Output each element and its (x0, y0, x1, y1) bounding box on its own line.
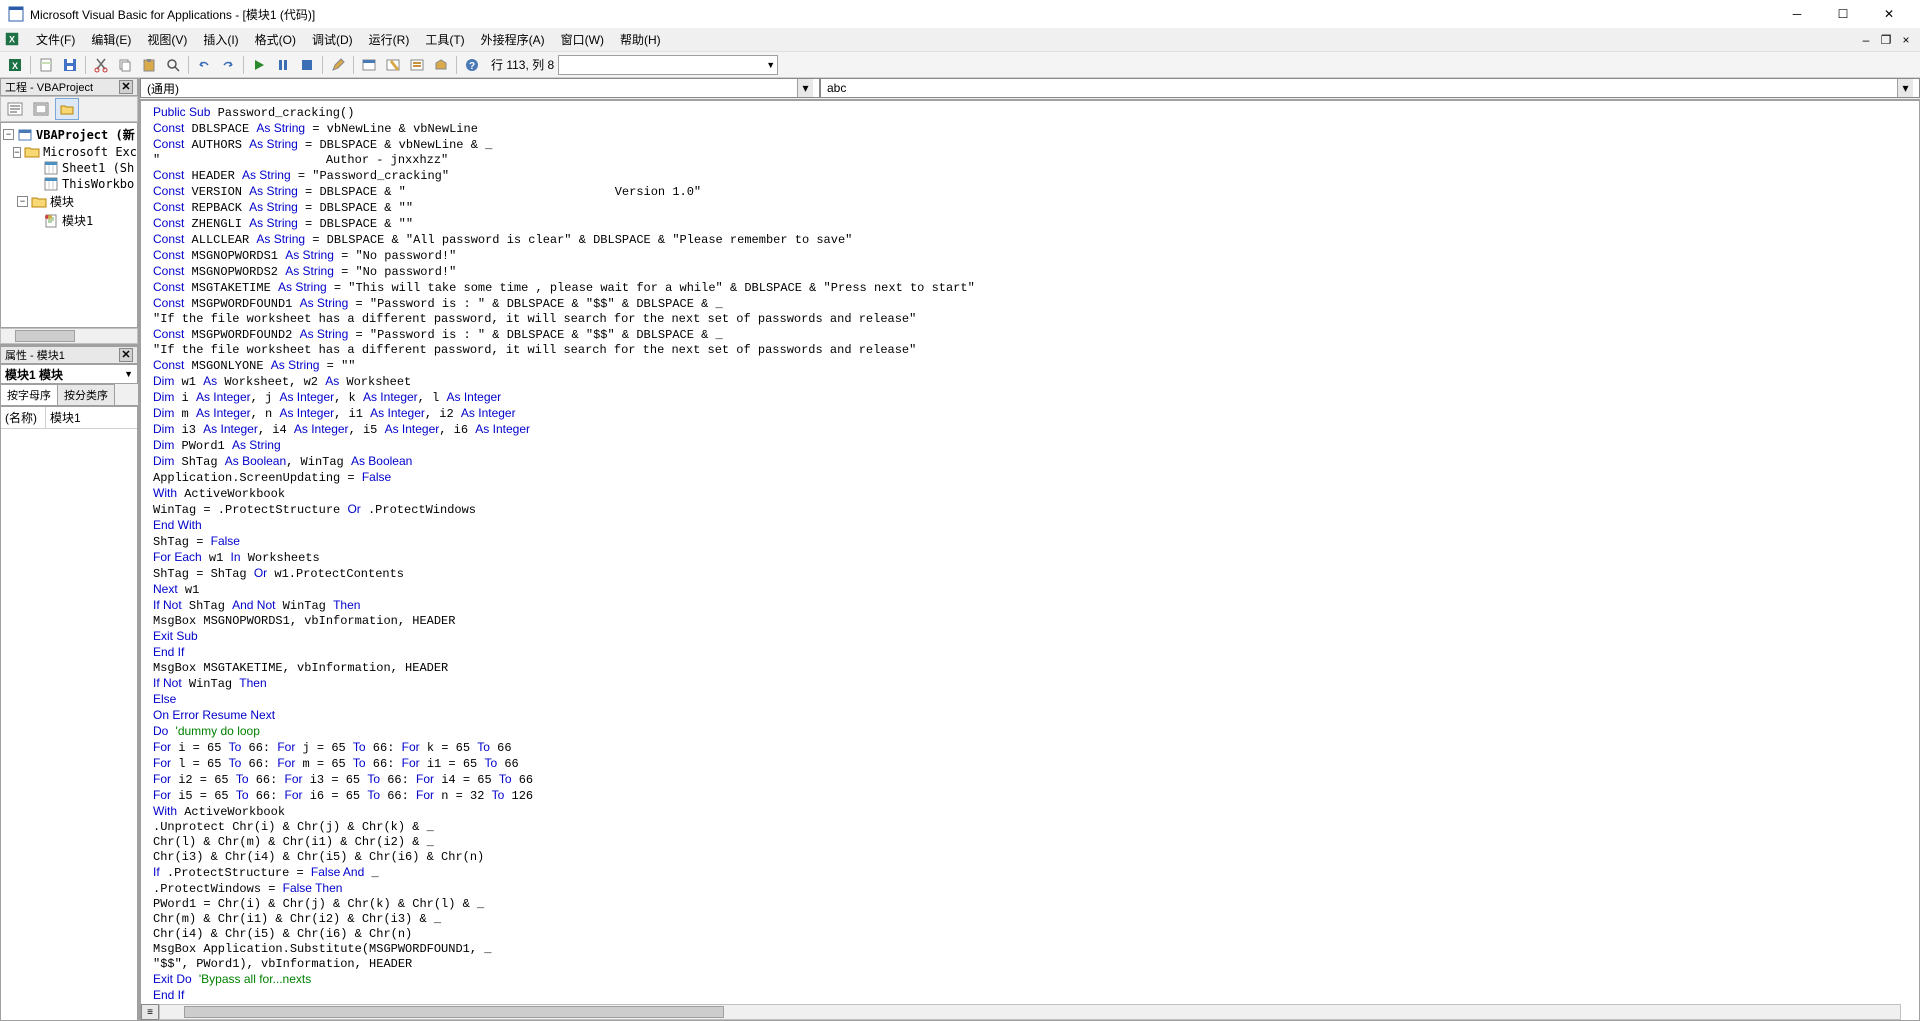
excel-icon[interactable]: X (4, 31, 22, 49)
find-button[interactable] (162, 54, 184, 76)
project-explorer-header: 工程 - VBAProject ✕ (0, 78, 138, 96)
properties-window-button[interactable] (382, 54, 404, 76)
tree-thisworkbook[interactable]: ThisWorkbo (1, 176, 137, 192)
view-object-button[interactable] (29, 98, 53, 120)
menu-view[interactable]: 视图(V) (139, 29, 195, 50)
properties-header: 属性 - 模块1 ✕ (0, 346, 138, 364)
project-explorer-close-button[interactable]: ✕ (119, 80, 133, 94)
tree-module1[interactable]: 模块1 (1, 211, 137, 230)
menu-edit[interactable]: 编辑(E) (83, 29, 139, 50)
svg-text:X: X (12, 61, 18, 71)
reset-button[interactable] (296, 54, 318, 76)
project-explorer-panel: 工程 - VBAProject ✕ − VBAProject (新 − (0, 78, 138, 346)
cut-button[interactable] (90, 54, 112, 76)
svg-text:X: X (9, 34, 15, 44)
object-browser-button[interactable] (406, 54, 428, 76)
project-view-toolbar (0, 96, 138, 122)
project-tree[interactable]: − VBAProject (新 − Microsoft Exc Sheet1 (… (0, 122, 138, 328)
tree-folder-excel-label: Microsoft Exc (43, 145, 137, 159)
collapse-icon[interactable]: − (13, 147, 22, 158)
tree-folder-excel[interactable]: − Microsoft Exc (1, 144, 137, 160)
cursor-position-label: 行 113, 列 8 (491, 56, 554, 73)
close-button[interactable]: ✕ (1866, 0, 1912, 28)
properties-object-selector[interactable]: 模块1 模块 ▼ (0, 364, 138, 384)
properties-close-button[interactable]: ✕ (119, 348, 133, 362)
tab-categorized[interactable]: 按分类序 (57, 384, 115, 405)
tree-folder-modules[interactable]: − 模块 (1, 192, 137, 211)
break-button[interactable] (272, 54, 294, 76)
tree-root-label: VBAProject (新 (36, 126, 135, 143)
menu-file[interactable]: 文件(F) (28, 29, 83, 50)
property-name-label: (名称) (1, 407, 46, 429)
properties-title: 属性 - 模块1 (5, 347, 65, 363)
tree-module1-label: 模块1 (62, 212, 93, 229)
mdi-close-button[interactable]: × (1896, 30, 1916, 50)
save-button[interactable] (59, 54, 81, 76)
svg-text:?: ? (469, 61, 475, 72)
code-area: (通用) ▾ abc ▾ Public Sub Password_crackin… (140, 78, 1920, 1021)
code-editor[interactable]: Public Sub Password_cracking() Const DBL… (140, 100, 1920, 1021)
chevron-down-icon[interactable]: ▾ (1897, 79, 1913, 97)
tree-sheet1[interactable]: Sheet1 (Sh (1, 160, 137, 176)
properties-tabs: 按字母序 按分类序 (0, 384, 138, 406)
collapse-icon[interactable]: − (17, 196, 28, 207)
menu-tools[interactable]: 工具(T) (417, 29, 472, 50)
project-explorer-button[interactable] (358, 54, 380, 76)
menu-debug[interactable]: 调试(D) (304, 29, 361, 50)
folder-icon (31, 195, 47, 209)
toggle-folders-button[interactable] (55, 98, 79, 120)
mdi-restore-button[interactable]: ❐ (1876, 30, 1896, 50)
properties-grid[interactable]: (名称) 模块1 (0, 406, 138, 1021)
project-explorer-title: 工程 - VBAProject (5, 79, 93, 95)
undo-button[interactable] (193, 54, 215, 76)
procedure-dropdown[interactable]: abc ▾ (820, 78, 1920, 98)
workbook-icon (43, 177, 59, 191)
help-button[interactable]: ? (461, 54, 483, 76)
minimize-button[interactable]: ─ (1774, 0, 1820, 28)
position-dropdown[interactable]: ▼ (558, 55, 778, 75)
run-button[interactable] (248, 54, 270, 76)
object-dropdown[interactable]: (通用) ▾ (140, 78, 820, 98)
menubar: X 文件(F) 编辑(E) 视图(V) 插入(I) 格式(O) 调试(D) 运行… (0, 28, 1920, 52)
tree-sheet1-label: Sheet1 (Sh (62, 161, 134, 175)
redo-button[interactable] (217, 54, 239, 76)
window-title: Microsoft Visual Basic for Applications … (30, 6, 1774, 23)
project-h-scrollbar[interactable] (0, 328, 138, 344)
titlebar: Microsoft Visual Basic for Applications … (0, 0, 1920, 28)
view-excel-button[interactable]: X (4, 54, 26, 76)
procedure-view-button[interactable]: ≡ (141, 1004, 159, 1020)
tree-root[interactable]: − VBAProject (新 (1, 125, 137, 144)
copy-button[interactable] (114, 54, 136, 76)
menu-run[interactable]: 运行(R) (361, 29, 418, 50)
collapse-icon[interactable]: − (3, 129, 14, 140)
property-name-value[interactable]: 模块1 (46, 407, 137, 429)
view-code-button[interactable] (3, 98, 27, 120)
folder-icon (24, 145, 40, 159)
menu-insert[interactable]: 插入(I) (195, 29, 246, 50)
tree-folder-modules-label: 模块 (50, 193, 74, 210)
paste-button[interactable] (138, 54, 160, 76)
property-row-name: (名称) 模块1 (1, 407, 137, 429)
properties-panel: 属性 - 模块1 ✕ 模块1 模块 ▼ 按字母序 按分类序 (名称) 模块1 (0, 346, 138, 1021)
menu-help[interactable]: 帮助(H) (612, 29, 669, 50)
menu-window[interactable]: 窗口(W) (553, 29, 612, 50)
project-icon (17, 128, 33, 142)
toolbar: X ? 行 113, 列 8 ▼ (0, 52, 1920, 78)
module-icon (43, 214, 59, 228)
app-icon (8, 6, 24, 22)
tab-alphabetic[interactable]: 按字母序 (0, 384, 58, 405)
tree-thisworkbook-label: ThisWorkbo (62, 177, 134, 191)
toolbox-button[interactable] (430, 54, 452, 76)
menu-format[interactable]: 格式(O) (247, 29, 304, 50)
design-mode-button[interactable] (327, 54, 349, 76)
worksheet-icon (43, 161, 59, 175)
mdi-minimize-button[interactable]: – (1856, 30, 1876, 50)
insert-module-button[interactable] (35, 54, 57, 76)
chevron-down-icon[interactable]: ▾ (797, 79, 813, 97)
maximize-button[interactable]: ☐ (1820, 0, 1866, 28)
menu-addins[interactable]: 外接程序(A) (473, 29, 553, 50)
code-h-scrollbar[interactable] (159, 1004, 1901, 1020)
